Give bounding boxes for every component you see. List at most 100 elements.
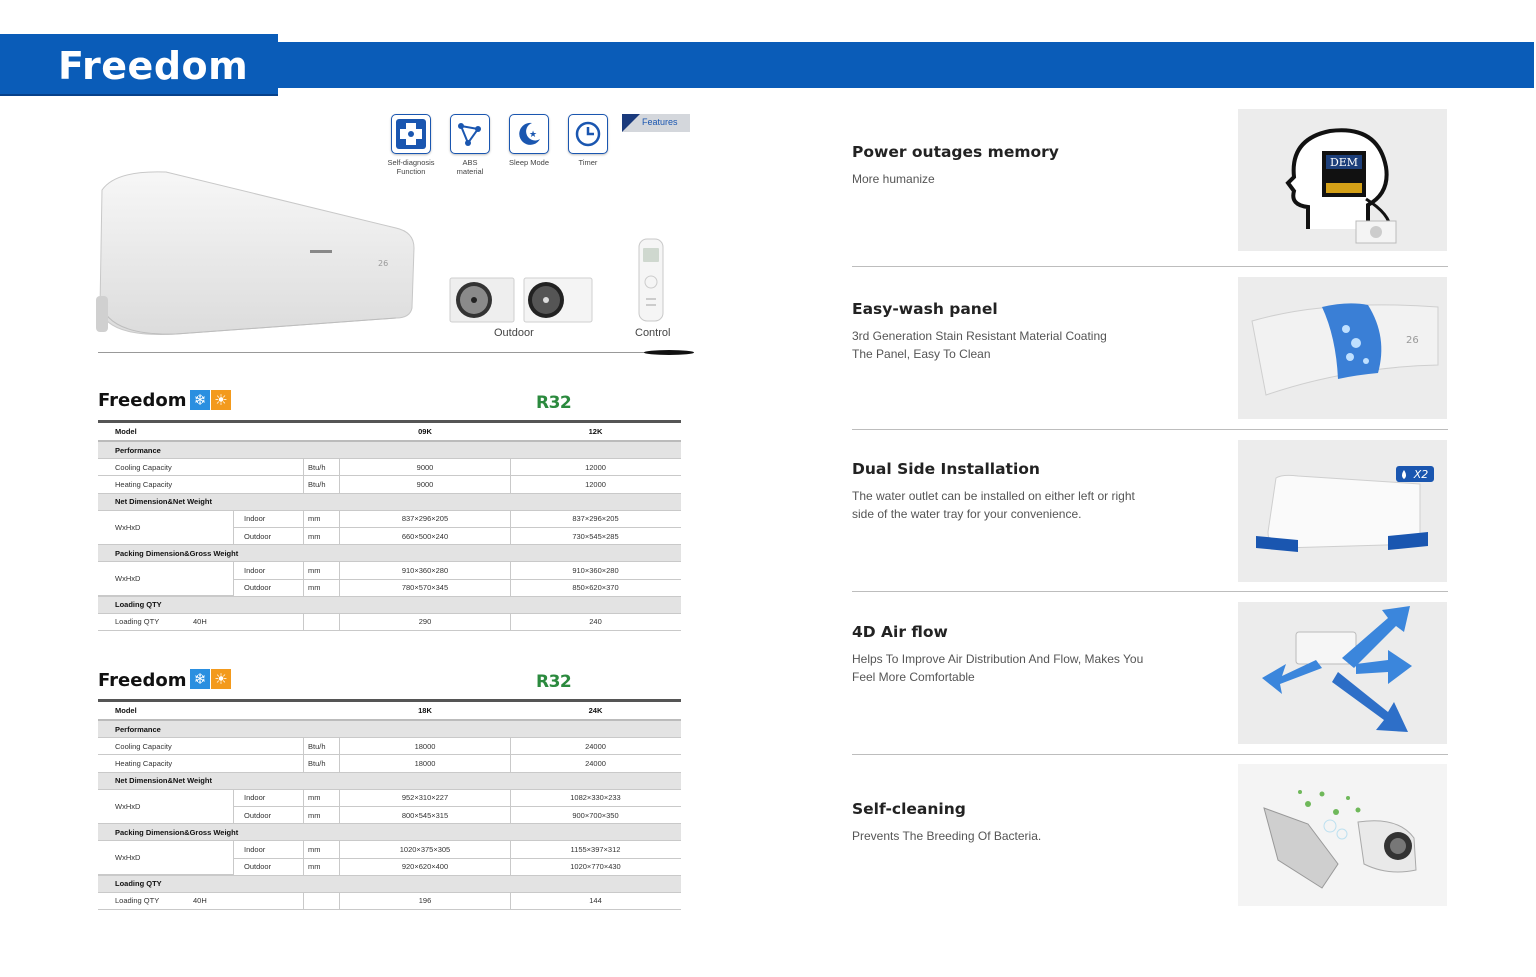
feature-title: 4D Air flow: [852, 623, 948, 641]
section-label: Performance: [115, 724, 161, 734]
value-cell: 1020×375×305: [399, 844, 451, 854]
packing-dimension-group: Indoor mm 1020×375×305 1155×397×312 Outd…: [98, 841, 681, 876]
page-title: Freedom: [58, 44, 249, 88]
section-label: Packing Dimension&Gross Weight: [115, 827, 239, 837]
unit: mm: [308, 793, 321, 803]
unit: mm: [308, 583, 321, 593]
unit: Btu/h: [308, 741, 326, 751]
section-label: Loading QTY: [115, 879, 162, 889]
product-divider-end: [644, 350, 694, 355]
feature-icon-label: material: [456, 167, 484, 176]
value-cell: 910×360×280: [401, 565, 449, 575]
sun-icon: ☀: [211, 390, 231, 410]
feature-title: Self-cleaning: [852, 800, 966, 818]
unit: mm: [308, 862, 321, 872]
value-cell: 196: [418, 896, 432, 906]
section-row: Loading QTY: [98, 875, 681, 893]
table-row: Cooling Capacity Btu/h 9000 12000: [98, 459, 681, 477]
svg-text:26: 26: [1406, 335, 1419, 346]
value-cell: 24000: [585, 741, 606, 751]
model-col: 09K: [418, 427, 432, 436]
mode-icons: ❄ ☀: [190, 669, 231, 689]
remote-control-image: [638, 238, 664, 322]
feature-self-cleaning: Self-cleaning Prevents The Breeding Of B…: [852, 800, 1212, 846]
x2-badge: X2: [1413, 468, 1429, 481]
section-label: Performance: [115, 445, 161, 455]
row-label: Heating Capacity: [115, 758, 173, 768]
row-label: Heating Capacity: [115, 479, 173, 489]
value-cell: 18000: [414, 758, 436, 768]
feature-divider: [852, 591, 1448, 592]
table-row: Heating Capacity Btu/h 18000 24000: [98, 755, 681, 773]
table-header-row: Model 09K 12K: [98, 423, 681, 442]
dimension-label: WxHxD: [98, 562, 234, 597]
spec-title: Freedom: [98, 670, 187, 691]
feature-desc: 3rd Generation Stain Resistant Material …: [852, 329, 1107, 343]
feature-title: Dual Side Installation: [852, 460, 1040, 478]
refrigerant-label: R32: [536, 672, 572, 692]
feature-icon-label: Self-diagnosis: [387, 158, 435, 167]
value-cell: 780×570×345: [401, 583, 449, 593]
feature-icon-label: Sleep Mode: [508, 158, 550, 167]
value-cell: 18000: [414, 741, 436, 751]
value-cell: 837×296×205: [401, 514, 449, 524]
sub-label: Indoor: [244, 514, 266, 524]
value-cell: 12000: [585, 479, 606, 489]
value-cell: 1020×770×430: [570, 862, 621, 872]
unit: mm: [308, 810, 321, 820]
section-label: Net Dimension&Net Weight: [115, 497, 212, 507]
dimension-label: WxHxD: [98, 510, 234, 545]
feature-icon-label: Timer: [578, 158, 598, 167]
container-type: 40H: [193, 617, 207, 627]
net-dimension-group: Indoor mm 837×296×205 837×296×205 Outdoo…: [98, 510, 681, 546]
model-label: Model: [115, 706, 137, 715]
unit: Btu/h: [308, 758, 326, 768]
feature-divider: [852, 429, 1448, 430]
section-label: Net Dimension&Net Weight: [115, 776, 212, 786]
unit: mm: [308, 565, 321, 575]
sub-label: Indoor: [244, 565, 266, 575]
svg-text:26: 26: [378, 259, 388, 268]
control-caption: Control: [635, 327, 671, 339]
sub-label: Indoor: [244, 844, 266, 854]
sub-label: Outdoor: [244, 583, 272, 593]
timer-icon: [568, 114, 608, 154]
feature-icon-label: ABS: [462, 158, 478, 167]
container-type: 40H: [193, 896, 207, 906]
packing-dimension-group: Indoor mm 910×360×280 910×360×280 Outdoo…: [98, 562, 681, 597]
value-cell: 920×620×400: [401, 862, 449, 872]
section-row: Loading QTY: [98, 596, 681, 614]
section-label: Packing Dimension&Gross Weight: [115, 548, 239, 558]
net-dimension-group: Indoor mm 952×310×227 1082×330×233 Outdo…: [98, 789, 681, 825]
row-label: Loading QTY: [115, 896, 160, 906]
self-cleaning-image: [1238, 764, 1447, 906]
sub-label: Outdoor: [244, 531, 272, 541]
feature-sleep-mode: ★ Sleep Mode: [499, 114, 559, 167]
unit: Btu/h: [308, 479, 326, 489]
feature-timer: Timer: [558, 114, 618, 167]
table-row: Loading QTY 40H 196 144: [98, 892, 681, 911]
header-banner-bar: [278, 42, 1534, 88]
dimension-label: WxHxD: [98, 841, 234, 876]
svg-text:★: ★: [529, 130, 537, 140]
sleep-mode-icon: ★: [509, 114, 549, 154]
feature-divider: [852, 266, 1448, 267]
sub-label: Outdoor: [244, 862, 272, 872]
value-cell: 12000: [585, 462, 606, 472]
value-cell: 9000: [416, 462, 434, 472]
value-cell: 144: [589, 896, 602, 906]
dimension-label: WxHxD: [98, 789, 234, 824]
mode-icons: ❄ ☀: [190, 390, 231, 410]
value-cell: 290: [418, 617, 432, 627]
feature-abs-material: ABS material: [440, 114, 500, 176]
spec-title: Freedom: [98, 390, 187, 411]
table-header-row: Model 18K 24K: [98, 702, 681, 721]
table-row: Cooling Capacity Btu/h 18000 24000: [98, 738, 681, 756]
table-row: Loading QTY 40H 290 240: [98, 613, 681, 632]
unit: mm: [308, 514, 321, 524]
feature-desc: Feel More Comfortable: [852, 669, 975, 684]
feature-self-diagnosis: Self-diagnosis Function: [381, 114, 441, 176]
product-divider: [98, 352, 692, 353]
refrigerant-label: R32: [536, 393, 572, 413]
model-col: 12K: [588, 427, 603, 436]
